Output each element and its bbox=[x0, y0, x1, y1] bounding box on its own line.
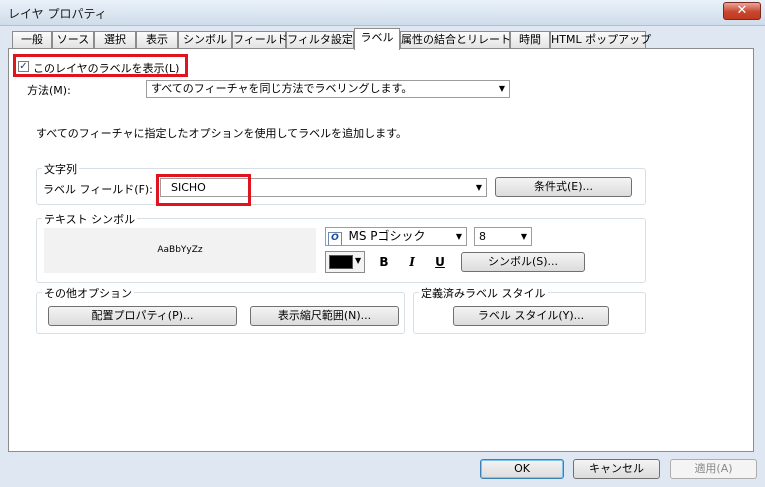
tab-joins-relates[interactable]: 属性の結合とリレート bbox=[400, 31, 511, 48]
italic-icon: I bbox=[409, 255, 415, 269]
close-icon: ✕ bbox=[736, 3, 748, 18]
cancel-button[interactable]: キャンセル bbox=[573, 459, 660, 479]
method-dropdown[interactable]: すべてのフィーチャを同じ方法でラベリングします。 ▼ bbox=[146, 80, 510, 98]
tab-source[interactable]: ソース bbox=[52, 31, 94, 48]
tab-general[interactable]: 一般 bbox=[12, 31, 52, 48]
tab-time[interactable]: 時間 bbox=[510, 31, 550, 48]
predefined-style-group-title: 定義済みラベル スタイル bbox=[419, 285, 548, 301]
text-string-group-title: 文字列 bbox=[42, 161, 79, 177]
window-title: レイヤ プロパティ bbox=[8, 7, 107, 21]
scale-range-button[interactable]: 表示縮尺範囲(N)... bbox=[250, 306, 399, 326]
symbol-button-label: シンボル(S)... bbox=[487, 255, 559, 268]
cancel-label: キャンセル bbox=[589, 462, 644, 475]
label-field-label: ラベル フィールド(F): bbox=[43, 183, 153, 196]
scale-range-label: 表示縮尺範囲(N)... bbox=[277, 309, 372, 322]
placement-properties-label: 配置プロパティ(P)... bbox=[91, 309, 194, 322]
expression-button[interactable]: 条件式(E)... bbox=[495, 177, 632, 197]
tab-html-popup[interactable]: HTML ポップアップ bbox=[550, 31, 651, 48]
bold-icon: B bbox=[379, 255, 389, 269]
method-value: すべてのフィーチャを同じ方法でラベリングします。 bbox=[151, 82, 413, 95]
tab-label: 属性の結合とリレート bbox=[401, 33, 511, 46]
bold-button[interactable]: B bbox=[374, 252, 394, 272]
highlight-show-labels bbox=[13, 54, 188, 77]
opentype-font-icon: O bbox=[328, 232, 342, 245]
apply-button[interactable]: 適用(A) bbox=[670, 459, 757, 479]
ok-label: OK bbox=[514, 462, 530, 475]
font-name-dropdown[interactable]: O MS Pゴシック ▼ bbox=[325, 227, 467, 246]
tab-label: シンボル bbox=[183, 33, 227, 46]
chevron-down-icon: ▼ bbox=[355, 256, 362, 265]
chevron-down-icon: ▼ bbox=[475, 183, 482, 192]
font-size-dropdown[interactable]: 8 ▼ bbox=[474, 227, 532, 246]
tab-label: フィルタ設定 bbox=[287, 33, 353, 46]
text-symbol-group-title: テキスト シンボル bbox=[42, 211, 138, 227]
tab-label: 選択 bbox=[104, 33, 126, 46]
tab-label: ラベル bbox=[360, 31, 394, 44]
tab-symbology[interactable]: シンボル bbox=[178, 31, 232, 48]
underline-button[interactable]: U bbox=[430, 252, 450, 272]
chevron-down-icon: ▼ bbox=[455, 232, 462, 241]
ok-button[interactable]: OK bbox=[480, 459, 564, 479]
tab-label: 時間 bbox=[519, 33, 541, 46]
tab-label: 表示 bbox=[146, 33, 168, 46]
label-styles-label: ラベル スタイル(Y)... bbox=[477, 309, 585, 322]
method-description: すべてのフィーチャに指定したオプションを使用してラベルを追加します。 bbox=[36, 127, 408, 140]
label-styles-button[interactable]: ラベル スタイル(Y)... bbox=[453, 306, 609, 326]
color-swatch bbox=[329, 255, 353, 269]
tab-fields[interactable]: フィールド bbox=[232, 31, 288, 48]
tab-definition-query[interactable]: フィルタ設定 bbox=[286, 31, 354, 48]
title-bar: レイヤ プロパティ ✕ bbox=[0, 0, 765, 26]
close-button[interactable]: ✕ bbox=[723, 2, 761, 20]
method-label: 方法(M): bbox=[27, 84, 71, 97]
tab-label: 一般 bbox=[21, 33, 43, 46]
apply-label: 適用(A) bbox=[694, 462, 733, 475]
tab-selection[interactable]: 選択 bbox=[94, 31, 136, 48]
font-size-value: 8 bbox=[479, 230, 486, 243]
italic-button[interactable]: I bbox=[402, 252, 422, 272]
tab-display[interactable]: 表示 bbox=[136, 31, 178, 48]
color-picker[interactable]: ▼ bbox=[325, 251, 365, 273]
preview-text: AaBbYyZz bbox=[157, 245, 203, 255]
underline-icon: U bbox=[435, 255, 445, 269]
placement-properties-button[interactable]: 配置プロパティ(P)... bbox=[48, 306, 237, 326]
chevron-down-icon: ▼ bbox=[520, 232, 527, 241]
font-name-value: MS Pゴシック bbox=[348, 229, 426, 243]
tab-labels[interactable]: ラベル bbox=[354, 28, 400, 50]
tab-label: フィールド bbox=[233, 33, 288, 46]
other-options-group-title: その他オプション bbox=[42, 285, 134, 301]
tab-label: ソース bbox=[56, 33, 90, 46]
expression-button-label: 条件式(E)... bbox=[533, 180, 594, 193]
symbol-button[interactable]: シンボル(S)... bbox=[461, 252, 585, 272]
text-symbol-preview: AaBbYyZz bbox=[44, 228, 316, 273]
highlight-label-field bbox=[156, 174, 251, 206]
tab-label: HTML ポップアップ bbox=[551, 33, 652, 46]
chevron-down-icon: ▼ bbox=[498, 84, 505, 93]
